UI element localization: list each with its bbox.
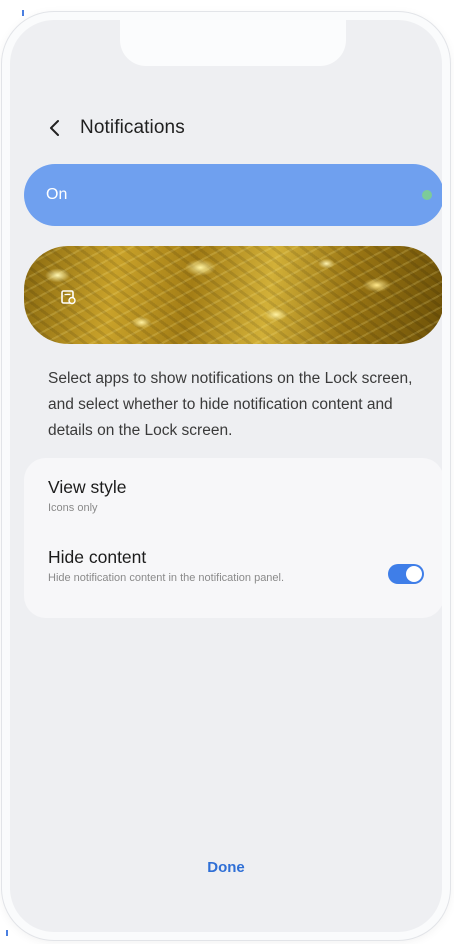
screenshot-stage: Notifications On Select apps to show not… (0, 0, 454, 944)
toggle-knob (406, 566, 422, 582)
lock-screen-notification-icon (61, 290, 76, 305)
hide-content-subtitle: Hide notification content in the notific… (48, 572, 285, 584)
hide-content-toggle[interactable] (388, 564, 424, 584)
app-header: Notifications (10, 112, 442, 144)
view-style-row[interactable]: View style Icons only (48, 476, 420, 515)
lock-screen-preview (24, 246, 442, 344)
view-style-title: View style (48, 477, 127, 497)
switch-indicator-dot (422, 190, 432, 200)
master-switch-bar[interactable]: On (24, 164, 442, 226)
camera-notch (120, 20, 346, 66)
view-style-value: Icons only (48, 502, 98, 514)
lock-screen-description: Select apps to show notifications on the… (48, 370, 413, 439)
page-title: Notifications (80, 117, 185, 138)
back-button[interactable] (44, 116, 66, 140)
settings-card: View style Icons only Hide content Hide … (24, 458, 442, 618)
hide-content-row[interactable]: Hide content Hide notification content i… (48, 546, 420, 585)
phone-frame: Notifications On Select apps to show not… (2, 12, 450, 940)
hide-content-title: Hide content (48, 547, 147, 567)
master-switch-label: On (46, 186, 68, 203)
chevron-left-icon (50, 120, 59, 136)
done-button[interactable]: Done (10, 858, 442, 878)
